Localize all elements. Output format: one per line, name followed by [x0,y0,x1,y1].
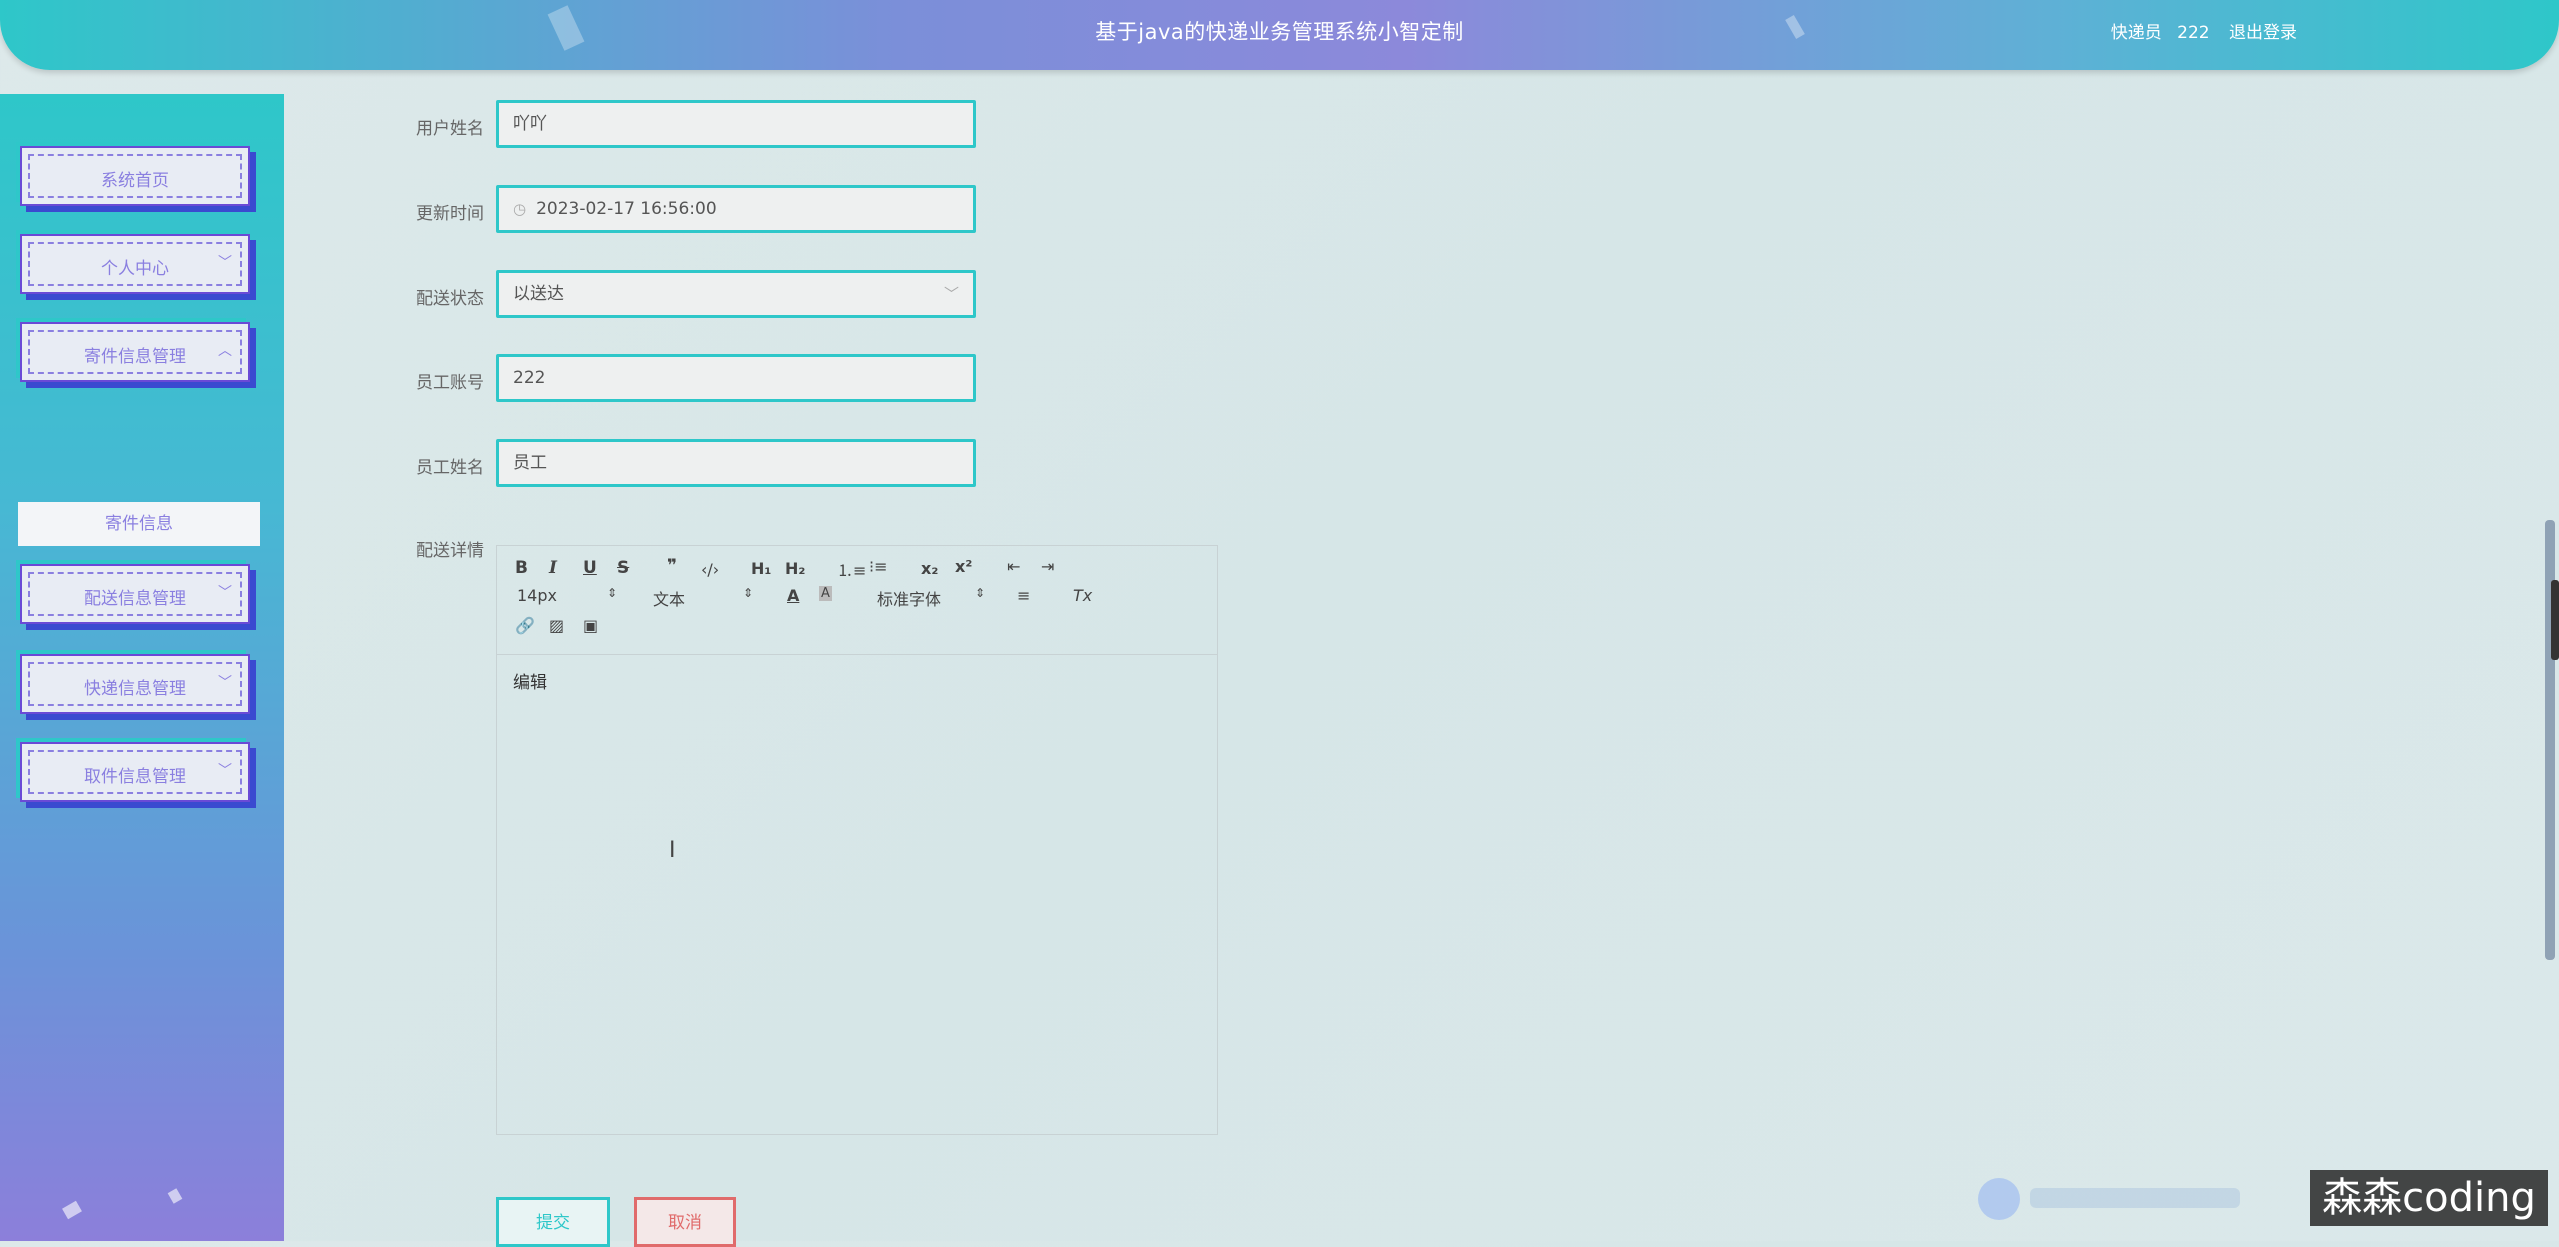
update-time-value: 2023-02-17 16:56:00 [536,199,717,219]
chevron-up-icon: ︿ [218,343,232,359]
text-cursor-icon: I [669,838,676,863]
image-icon[interactable]: ▨ [549,616,564,635]
scrollbar-thumb[interactable] [2551,580,2559,660]
chevron-down-icon: ﹀ [218,675,232,691]
heading-2-icon[interactable]: H₂ [785,559,805,578]
sidebar-item-home[interactable]: 系统首页 [20,146,250,206]
indent-icon[interactable]: ⇥ [1041,557,1054,576]
sidebar-decoration [167,1188,183,1204]
sidebar-item-pickup-info-mgmt[interactable]: 取件信息管理 ﹀ [20,742,250,802]
sidebar-item-personal-center[interactable]: 个人中心 ﹀ [20,234,250,294]
rich-text-editor: B I U S ❞ ‹/› H₁ H₂ ⒈≡ ⁝≡ x₂ x² ⇤ ⇥ 14px… [496,545,1218,1135]
user-name: 222 [2177,23,2210,43]
chevron-down-icon: ﹀ [218,585,232,601]
user-name-field[interactable]: 吖吖 [496,100,976,148]
clear-format-icon[interactable]: Tx [1073,586,1092,605]
blurred-logo [1978,1178,2020,1220]
staff-account-label: 员工账号 [416,373,484,393]
code-icon[interactable]: ‹/› [701,560,719,579]
underline-icon[interactable]: U [583,558,597,578]
sidebar-decoration [62,1200,82,1220]
text-style-select[interactable]: 文本 [653,586,685,610]
sidebar-item-label: 取件信息管理 [84,767,186,787]
update-time-label: 更新时间 [416,204,484,224]
editor-toolbar: B I U S ❞ ‹/› H₁ H₂ ⒈≡ ⁝≡ x₂ x² ⇤ ⇥ 14px… [497,546,1217,655]
user-name-label: 用户姓名 [416,119,484,139]
delivery-status-label: 配送状态 [416,289,484,309]
link-icon[interactable]: 🔗 [515,616,535,635]
select-arrows-icon: ⇕ [743,586,754,600]
select-arrows-icon: ⇕ [975,586,986,600]
sidebar-item-send-info-mgmt[interactable]: 寄件信息管理 ︿ [20,322,250,382]
logout-link[interactable]: 退出登录 [2229,23,2297,43]
sidebar-item-delivery-info-mgmt[interactable]: 配送信息管理 ﹀ [20,564,250,624]
update-time-field[interactable]: ◷ 2023-02-17 16:56:00 [496,185,976,233]
delivery-status-value: 以送达 [513,284,564,304]
sidebar-item-label: 快递信息管理 [84,679,186,699]
blurred-text [2030,1188,2240,1208]
sidebar-subitem-send-info[interactable]: 寄件信息 [18,502,260,546]
chevron-down-icon: ﹀ [218,255,232,271]
background-color-icon[interactable]: A [819,586,832,601]
sidebar-item-label: 配送信息管理 [84,589,186,609]
ordered-list-icon[interactable]: ⒈≡ [837,557,866,581]
italic-icon[interactable]: I [549,558,557,578]
blockquote-icon[interactable]: ❞ [667,556,677,576]
clock-icon: ◷ [513,200,527,218]
delivery-detail-label: 配送详情 [416,541,484,561]
font-color-icon[interactable]: A [787,586,799,605]
bold-icon[interactable]: B [515,558,528,578]
staff-account-field[interactable]: 222 [496,354,976,402]
watermark: 森森coding [2310,1170,2548,1226]
sidebar-item-label: 个人中心 [101,259,169,279]
heading-1-icon[interactable]: H₁ [751,559,771,578]
font-family-select[interactable]: 标准字体 [877,586,941,610]
sidebar-item-express-info-mgmt[interactable]: 快递信息管理 ﹀ [20,654,250,714]
sidebar-item-label: 寄件信息管理 [84,347,186,367]
superscript-icon[interactable]: x² [955,557,972,576]
user-info: 快递员 222 退出登录 [2101,18,2297,43]
cancel-button[interactable]: 取消 [634,1197,736,1247]
font-size-select[interactable]: 14px [517,586,557,605]
editor-content[interactable]: 编辑 [513,668,547,693]
delivery-status-select[interactable]: 以送达 ﹀ [496,270,976,318]
strikethrough-icon[interactable]: S [617,558,629,578]
chevron-down-icon: ﹀ [218,763,232,779]
select-arrows-icon: ⇕ [607,586,618,600]
top-navbar: 基于java的快递业务管理系统小智定制 快递员 222 退出登录 [0,0,2559,70]
submit-button[interactable]: 提交 [496,1197,610,1247]
outdent-icon[interactable]: ⇤ [1007,557,1020,576]
subscript-icon[interactable]: x₂ [921,559,938,578]
chevron-down-icon: ﹀ [943,285,959,303]
sidebar: 系统首页 个人中心 ﹀ 寄件信息管理 ︿ 寄件信息 配送信息管理 ﹀ 快递信息管… [0,94,284,1241]
staff-name-label: 员工姓名 [416,458,484,478]
video-icon[interactable]: ▣ [583,616,598,635]
bullet-list-icon[interactable]: ⁝≡ [869,557,888,576]
sidebar-item-label: 系统首页 [101,171,169,191]
user-role: 快递员 [2110,23,2162,43]
staff-name-field[interactable]: 员工 [496,439,976,487]
align-icon[interactable]: ≡ [1017,586,1030,605]
